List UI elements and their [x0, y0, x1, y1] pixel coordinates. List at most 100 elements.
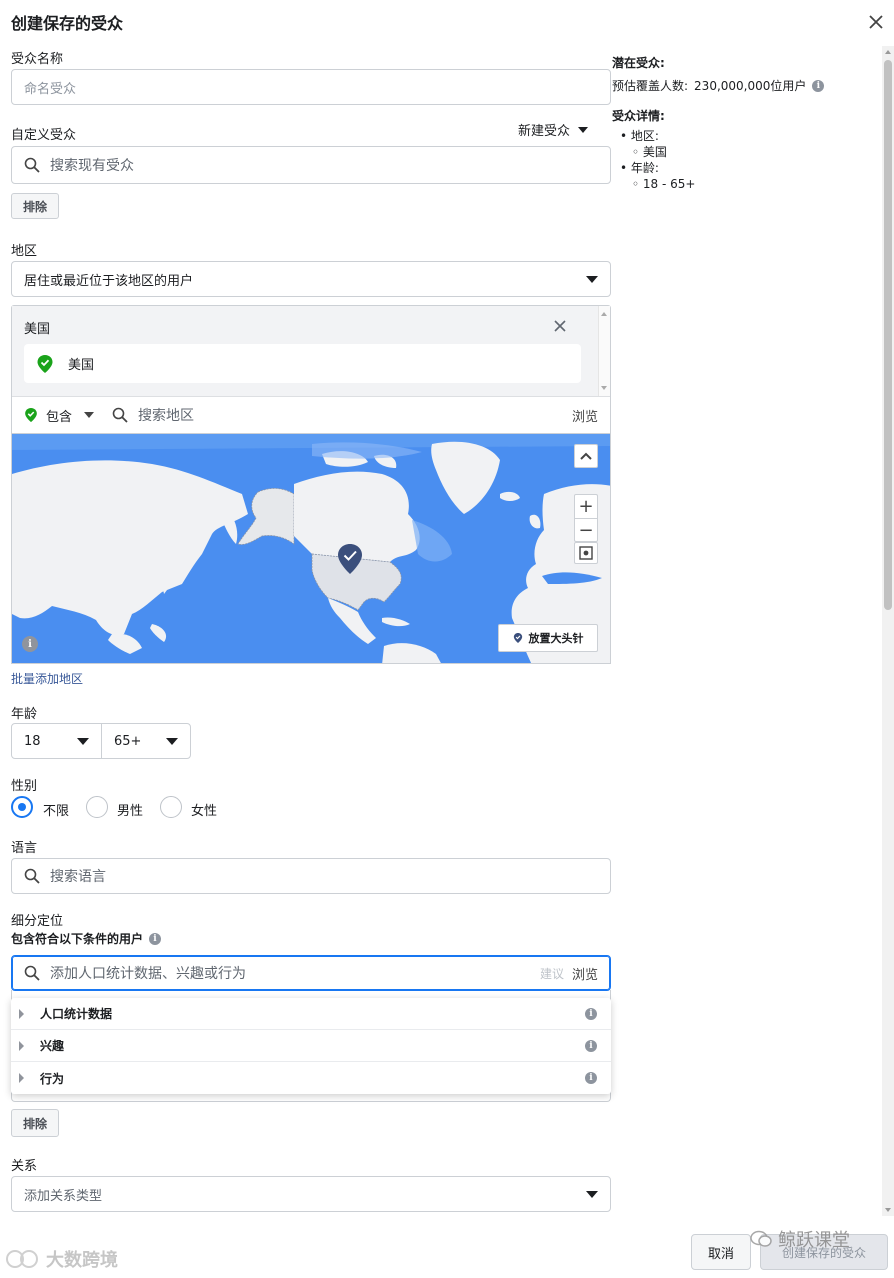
reach-label: 预估覆盖人数: [612, 79, 689, 93]
audience-details-list: • 地区: ◦ 美国 • 年龄: ◦ 18 - 65+ [612, 128, 872, 192]
age-max-value: 65+ [114, 733, 142, 749]
location-search-input[interactable]: 搜索地区 [138, 405, 194, 425]
zoom-in-button[interactable]: + [574, 494, 598, 518]
custom-audience-search[interactable]: 搜索现有受众 [11, 146, 611, 184]
browse-category-behaviors[interactable]: 行为 i [11, 1062, 611, 1094]
audience-name-label: 受众名称 [11, 52, 64, 67]
chevron-down-icon [166, 737, 178, 745]
search-icon [24, 965, 40, 981]
exclude-targeting-button[interactable]: 排除 [11, 1109, 59, 1137]
reach-value: 230,000,000位用户 [694, 79, 807, 93]
scrollbar-thumb[interactable] [884, 60, 892, 610]
category-label: 兴趣 [40, 1039, 65, 1053]
detailed-targeting-label: 细分定位 [11, 914, 64, 929]
exclude-audience-button[interactable]: 排除 [11, 193, 59, 219]
detail-location: • 地区: [620, 129, 659, 143]
location-mode-select[interactable]: 居住或最近位于该地区的用户 [11, 261, 611, 297]
chat-bubble-icon [750, 1230, 772, 1247]
gender-radio-male[interactable] [86, 796, 108, 818]
detail-age-key: 年龄: [630, 161, 659, 175]
chevron-down-icon [586, 275, 598, 283]
detailed-targeting-placeholder: 添加人口统计数据、兴趣或行为 [50, 966, 246, 982]
minus-icon: − [578, 519, 594, 541]
location-search-bar: 包含 搜索地区 浏览 [12, 396, 610, 433]
category-label: 行为 [40, 1071, 65, 1086]
detail-location-value-item: ◦ 美国 [632, 145, 667, 159]
drop-pin-button[interactable]: 放置大头针 [498, 624, 598, 652]
new-audience-dropdown[interactable]: 新建受众 [518, 120, 589, 139]
detail-age-value: 18 - 65+ [642, 177, 696, 191]
target-icon [579, 546, 593, 560]
reach-row: 预估覆盖人数: 230,000,000位用户 i [612, 77, 872, 94]
caret-right-icon [19, 1040, 24, 1051]
drop-pin-label: 放置大头针 [528, 632, 584, 645]
potential-audience-title: 潜在受众: [612, 56, 665, 70]
browse-dropdown: 人口统计数据 i 兴趣 i 行为 i [11, 998, 611, 1094]
gender-label: 性别 [11, 779, 38, 794]
locate-button[interactable] [574, 542, 598, 564]
scrollbar[interactable] [598, 306, 610, 396]
chevron-up-icon [580, 452, 592, 460]
connections-placeholder: 添加关系类型 [24, 1188, 103, 1204]
selected-location-label: 美国 [68, 358, 95, 373]
location-browse-link[interactable]: 浏览 [572, 406, 598, 425]
info-icon[interactable]: i [585, 1072, 597, 1084]
page-scrollbar[interactable] [882, 46, 894, 1216]
chevron-down-icon [77, 737, 89, 745]
selected-location-item: 美国 [24, 344, 581, 383]
connections-label: 关系 [11, 1159, 38, 1174]
caret-right-icon [19, 1008, 24, 1019]
map-info-icon[interactable]: i [22, 636, 38, 652]
close-icon[interactable] [866, 12, 886, 32]
location-pin-icon [37, 354, 53, 373]
include-users-label: 包含符合以下条件的用户 [11, 932, 144, 946]
suggestions-link[interactable]: 建议 [540, 965, 564, 982]
new-audience-label: 新建受众 [518, 124, 571, 139]
detailed-browse-link[interactable]: 浏览 [572, 964, 598, 983]
location-mode-value: 居住或最近位于该地区的用户 [24, 273, 194, 289]
browse-category-interests[interactable]: 兴趣 i [11, 1030, 611, 1062]
language-search[interactable]: 搜索语言 [11, 858, 611, 894]
age-min-select[interactable]: 18 [12, 724, 102, 758]
search-icon [24, 157, 40, 173]
location-label: 地区 [11, 244, 38, 259]
detail-location-key: 地区: [630, 129, 659, 143]
location-map[interactable]: + − 放置大头针 i [11, 433, 611, 664]
dialog-title: 创建保存的受众 [11, 14, 124, 33]
bulk-add-locations-link[interactable]: 批量添加地区 [11, 670, 83, 687]
age-range-select: 18 65+ [11, 723, 191, 759]
custom-audience-placeholder: 搜索现有受众 [50, 158, 134, 174]
info-icon[interactable]: i [149, 932, 162, 945]
search-icon [112, 407, 128, 423]
language-label: 语言 [11, 841, 38, 856]
detail-location-value: 美国 [642, 145, 667, 159]
age-max-select[interactable]: 65+ [102, 724, 190, 758]
language-search-placeholder: 搜索语言 [50, 869, 106, 885]
browse-category-demographics[interactable]: 人口统计数据 i [11, 998, 611, 1030]
audience-name-input[interactable]: 命名受众 [11, 69, 611, 105]
connections-select[interactable]: 添加关系类型 [11, 1176, 611, 1212]
info-icon[interactable]: i [812, 79, 825, 92]
map-collapse-button[interactable] [574, 444, 598, 468]
audience-details-title: 受众详情: [612, 109, 665, 123]
chevron-down-icon[interactable] [84, 412, 95, 418]
info-icon[interactable]: i [585, 1039, 597, 1052]
include-users-heading: 包含符合以下条件的用户 i [11, 930, 162, 947]
caret-right-icon [19, 1073, 24, 1083]
close-icon[interactable] [552, 318, 568, 334]
gender-radio-all[interactable] [11, 796, 33, 818]
zoom-out-button[interactable]: − [574, 518, 598, 542]
info-icon[interactable]: i [585, 1007, 597, 1020]
watermark-logo-icon [6, 1250, 38, 1268]
detailed-targeting-search[interactable]: 添加人口统计数据、兴趣或行为 建议 浏览 [11, 955, 611, 991]
cancel-button[interactable]: 取消 [691, 1234, 751, 1270]
location-group-title: 美国 [24, 322, 51, 337]
gender-option-female: 女性 [191, 804, 218, 819]
watermark-left-text: 大数跨境 [46, 1250, 118, 1271]
gender-radio-female[interactable] [160, 796, 182, 818]
include-dropdown[interactable]: 包含 [46, 406, 72, 425]
gender-option-male: 男性 [117, 804, 144, 819]
age-label: 年龄 [11, 707, 38, 722]
audience-summary: 潜在受众: 预估覆盖人数: 230,000,000位用户 i 受众详情: • 地… [612, 54, 872, 192]
custom-audience-label: 自定义受众 [11, 128, 77, 143]
